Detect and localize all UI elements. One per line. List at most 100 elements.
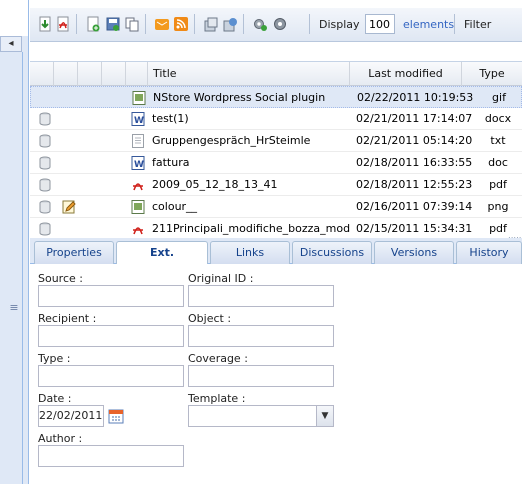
database-icon: [39, 200, 51, 214]
row-modified: 02/18/2011 16:33:55: [356, 156, 473, 169]
table-row[interactable]: W test(1) 02/21/2011 17:14:07 docx: [30, 108, 522, 130]
database-icon: [39, 178, 51, 192]
row-type: gif: [492, 91, 506, 104]
type-field[interactable]: [38, 365, 184, 387]
page-size-input[interactable]: [365, 14, 395, 34]
author-field[interactable]: [38, 445, 184, 467]
object-field[interactable]: [188, 325, 334, 347]
table-row[interactable]: 211Principali_modifiche_bozza_modello_ 0…: [30, 218, 522, 240]
toolbar-separator: [309, 14, 310, 34]
row-title: 211Principali_modifiche_bozza_modello_: [152, 222, 350, 235]
toolbar-separator: [145, 14, 146, 34]
template-select[interactable]: ▼: [188, 405, 334, 427]
row-title: fattura: [152, 156, 190, 169]
display-label: Display: [319, 18, 360, 31]
tab-links[interactable]: Links: [210, 241, 290, 264]
word-file-icon: W: [131, 112, 145, 126]
toolbar: Display elements Filter: [30, 8, 522, 42]
tab-properties[interactable]: Properties: [34, 241, 114, 264]
chevron-down-icon[interactable]: ▼: [316, 406, 333, 426]
column-header-icon1[interactable]: [30, 62, 54, 86]
edit-icon[interactable]: [62, 200, 76, 214]
row-title: Gruppengespräch_HrSteimle: [152, 134, 311, 147]
row-type: txt: [490, 134, 506, 147]
tab-ext-properties[interactable]: Ext. Properties: [116, 241, 208, 281]
grid-header: Title Last modified Type: [30, 62, 522, 86]
tab-versions[interactable]: Versions: [374, 241, 454, 264]
toolbar-separator: [76, 14, 77, 34]
template-label: Template :: [188, 392, 246, 405]
table-row[interactable]: 2009_05_12_18_13_41 02/18/2011 12:55:23 …: [30, 174, 522, 196]
tab-strip: Properties Ext. Properties Links Discuss…: [30, 238, 522, 281]
row-modified: 02/21/2011 05:14:20: [356, 134, 473, 147]
row-title: colour__: [152, 200, 198, 213]
settings-icon[interactable]: [252, 16, 268, 32]
row-type: png: [487, 200, 509, 213]
column-header-title[interactable]: Title: [148, 62, 350, 86]
svg-text:W: W: [134, 160, 144, 170]
toolbar-separator: [194, 14, 195, 34]
row-type: pdf: [489, 178, 507, 191]
left-panel-top: [0, 0, 28, 36]
row-modified: 02/18/2011 12:55:23: [356, 178, 473, 191]
row-modified: 02/22/2011 10:19:53: [357, 91, 474, 104]
splitter-handle-icon[interactable]: ≡: [8, 300, 20, 316]
database-icon: [39, 222, 51, 236]
column-header-icon2[interactable]: [54, 62, 78, 86]
row-title: test(1): [152, 112, 189, 125]
coverage-label: Coverage :: [188, 352, 248, 365]
copy-icon[interactable]: [124, 16, 140, 32]
row-title: NStore Wordpress Social plugin: [153, 91, 326, 104]
source-field[interactable]: [38, 285, 184, 307]
coverage-field[interactable]: [188, 365, 334, 387]
pdf-icon[interactable]: [55, 16, 71, 32]
column-header-modified[interactable]: Last modified: [350, 62, 462, 86]
document-manager: ◂ ≡ Display 100 elements Filter Title La…: [0, 0, 522, 484]
pdf-file-icon: [133, 183, 143, 191]
image-file-icon: [131, 200, 145, 214]
column-header-icon3[interactable]: [78, 62, 102, 86]
recipient-label: Recipient :: [38, 312, 97, 325]
elements-link[interactable]: elements: [403, 18, 454, 31]
row-modified: 02/21/2011 17:14:07: [356, 112, 473, 125]
row-type: docx: [484, 112, 512, 125]
database-icon: [39, 134, 51, 148]
author-label: Author :: [38, 432, 83, 445]
new-document-icon[interactable]: [85, 16, 101, 32]
type-label: Type :: [38, 352, 71, 365]
table-row[interactable]: NStore Wordpress Social plugin 02/22/201…: [30, 86, 522, 108]
recipient-field[interactable]: [38, 325, 184, 347]
table-row[interactable]: Gruppengespräch_HrSteimle 02/21/2011 05:…: [30, 130, 522, 152]
svg-text:W: W: [134, 116, 144, 126]
date-field[interactable]: 22/02/2011: [38, 405, 104, 427]
tab-history[interactable]: History: [456, 241, 522, 264]
text-file-icon: [132, 134, 144, 148]
pdf-file-icon: [133, 227, 143, 235]
email-icon[interactable]: [154, 16, 170, 32]
object-label: Object :: [188, 312, 232, 325]
save-icon[interactable]: [105, 16, 121, 32]
export-icon[interactable]: [222, 16, 238, 32]
column-header-icon5[interactable]: [126, 62, 148, 86]
filter-button[interactable]: Filter: [464, 18, 491, 31]
source-label: Source :: [38, 272, 83, 285]
row-title: 2009_05_12_18_13_41: [152, 178, 278, 191]
column-header-icon4[interactable]: [102, 62, 126, 86]
tab-discussions[interactable]: Discussions: [292, 241, 372, 264]
table-row[interactable]: colour__ 02/16/2011 07:39:14 png: [30, 196, 522, 218]
collapse-left-icon[interactable]: ◂: [0, 36, 22, 52]
table-row[interactable]: W fattura 02/18/2011 16:33:55 doc: [30, 152, 522, 174]
download-icon[interactable]: [37, 16, 53, 32]
original-id-label: Original ID :: [188, 272, 254, 285]
ext-properties-form: Source : Original ID : Recipient : Objec…: [30, 264, 522, 484]
rss-icon[interactable]: [173, 16, 189, 32]
archive-icon[interactable]: [203, 16, 219, 32]
row-modified: 02/16/2011 07:39:14: [356, 200, 473, 213]
toolbar-separator: [454, 14, 455, 34]
gear-icon[interactable]: [272, 16, 288, 32]
row-modified: 02/15/2011 15:34:31: [356, 222, 473, 235]
calendar-icon[interactable]: [108, 408, 124, 424]
column-header-type[interactable]: Type: [462, 62, 522, 86]
image-file-icon: [132, 91, 146, 105]
original-id-field[interactable]: [188, 285, 334, 307]
